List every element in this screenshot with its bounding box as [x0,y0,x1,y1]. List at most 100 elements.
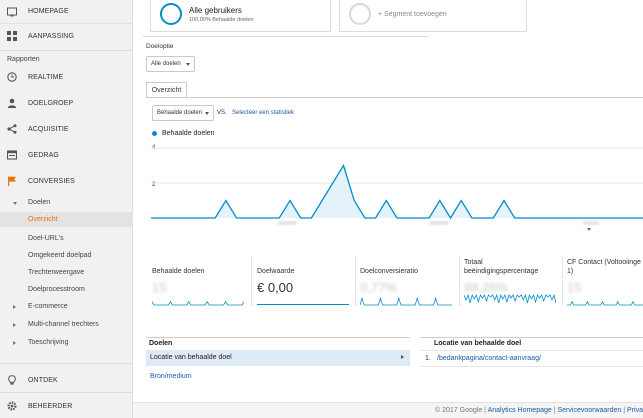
nav-trechterweergave[interactable]: Trechterweergave [28,269,84,276]
goals-dimension-label: Locatie van behaalde doel [150,354,232,361]
nav-aanpassing[interactable]: AANPASSING [0,28,133,44]
footer-separator: | [553,407,556,414]
goals-dimension-link[interactable]: Bron/medium [150,373,192,380]
kpi-sparkline [257,304,349,305]
doeloptie-value: Alle doelen [151,61,181,67]
kpi-sparkline [567,300,643,306]
collapse-arrow-icon [13,305,16,309]
table-row-index: 1. [425,355,431,362]
nav-homepage[interactable]: HOMEPAGE [0,0,133,24]
kpi-title: Totaal beëindigingspercentage [464,259,539,275]
x-tick-label-blurred [583,221,599,225]
sparkline-path [360,296,452,306]
segment-name: Alle gebruikers [189,6,242,15]
nav-doel-urls[interactable]: Doel-URL's [28,235,64,242]
nav-beheerder[interactable]: BEHEERDER [0,399,133,413]
goals-line-chart[interactable] [151,140,643,240]
nav-omgekeerd-doelpad[interactable]: Omgekeerd doelpad [28,252,91,259]
nav-doelprocesstroom[interactable]: Doelprocesstroom [28,286,85,293]
home-icon [7,7,17,17]
select-metric-link[interactable]: Selecteer een statistiek [232,110,294,116]
nav-conversies[interactable]: CONVERSIES [0,174,133,188]
add-segment-button[interactable]: + Segment toevoegen [339,0,527,32]
chart-expand-icon[interactable] [587,228,591,231]
behavior-icon [6,150,18,160]
nav-ontdek[interactable]: ONTDEK [0,373,133,387]
footer-separator: | [484,407,486,414]
divider [146,337,410,338]
footer-link-terms[interactable]: Servicevoorwaarden [558,407,622,414]
footer-links: © 2017 Google | Analytics Homepage | Ser… [435,407,643,414]
sparkline-path [152,300,244,306]
nav-ecommerce[interactable]: E-commerce [28,303,68,310]
kpi-value: 88,26% [464,280,509,295]
tab-overzicht[interactable]: Overzicht [146,82,187,98]
nav-aanpassing-label: AANPASSING [28,32,74,40]
nav-ontdek-label: ONTDEK [28,376,58,384]
footer-copyright: © 2017 Google [435,407,483,414]
vs-label: VS. [217,110,227,116]
divider [420,350,643,351]
divider [0,363,133,364]
kpi-value: 0,77% [360,280,397,295]
flag-icon [7,176,17,186]
nav-multichannel[interactable]: Multi-channel trechters [28,321,99,328]
nav-doelgroep-label: DOELGROEP [28,99,74,107]
kpi-value: 15 [152,280,167,295]
location-table-header: Locatie van behaalde doel [434,340,522,347]
nav-conversies-label: CONVERSIES [28,177,75,185]
divider [0,392,133,393]
kpi-sparkline [152,300,244,306]
doeloptie-select[interactable]: Alle doelen [146,56,195,72]
add-segment-label: + Segment toevoegen [378,11,447,18]
clock-icon [7,72,17,82]
collapse-arrow-icon [13,323,16,327]
gear-icon [7,401,17,411]
nav-doelen[interactable]: Doelen [28,199,50,206]
nav-doelgroep[interactable]: DOELGROEP [0,96,133,110]
lightbulb-icon [7,375,17,385]
divider [459,256,460,306]
divider [355,256,356,306]
kpi-title: Doelconversieratio [360,268,418,275]
nav-homepage-label: HOMEPAGE [28,8,69,15]
kpi-title: Doelwaarde [257,268,295,275]
divider [562,256,563,306]
nav-acquisitie-label: ACQUISITIE [28,125,69,133]
nav-realtime-label: REALTIME [28,73,64,81]
nav-gedrag[interactable]: GEDRAG [0,148,133,162]
segment-placeholder-icon [349,3,371,25]
footer-separator: | [623,407,626,414]
goals-dimension-row-active[interactable]: Locatie van behaalde doel [146,350,410,366]
kpi-title: Behaalde doelen [152,268,205,275]
active-highlight [0,212,133,227]
chevron-down-icon [186,63,190,66]
nav-realtime[interactable]: REALTIME [0,70,133,84]
table-row-link[interactable]: /bedankpagina/contact-aanvraag/ [437,355,541,362]
acquisition-icon [7,124,17,134]
doeloptie-label: Doeloptie [146,43,174,50]
segment-active[interactable]: Alle gebruikers 100,00% Behaalde doelen [150,0,331,32]
nav-overzicht[interactable]: Overzicht [28,216,58,223]
collapse-arrow-icon [13,341,16,345]
divider [251,256,252,306]
kpi-value: 15 [567,280,582,295]
legend-dot [152,131,157,136]
kpi-sparkline [464,294,556,304]
sparkline-path [464,294,556,304]
footer-link-homepage[interactable]: Analytics Homepage [488,407,552,414]
chevron-right-icon [401,355,404,359]
nav-beheerder-label: BEHEERDER [28,402,73,410]
divider [143,36,428,37]
main-content: Alle gebruikers 100,00% Behaalde doelen … [133,0,643,418]
nav-acquisitie[interactable]: ACQUISITIE [0,122,133,136]
segment-subtitle: 100,00% Behaalde doelen [189,17,254,23]
metric-select[interactable]: Behaalde doelen [152,105,214,121]
chevron-down-icon [205,112,209,115]
nav-toeschrijving[interactable]: Toeschrijving [28,339,68,346]
footer-link-privacy[interactable]: Priva [627,407,643,414]
kpi-title: CF Contact (Voltooiinge 1) [567,259,641,275]
sidebar: HOMEPAGE AANPASSING Rapporten REALTIME D… [0,0,133,418]
goals-table-header: Doelen [149,340,173,347]
nav-gedrag-label: GEDRAG [28,151,59,159]
